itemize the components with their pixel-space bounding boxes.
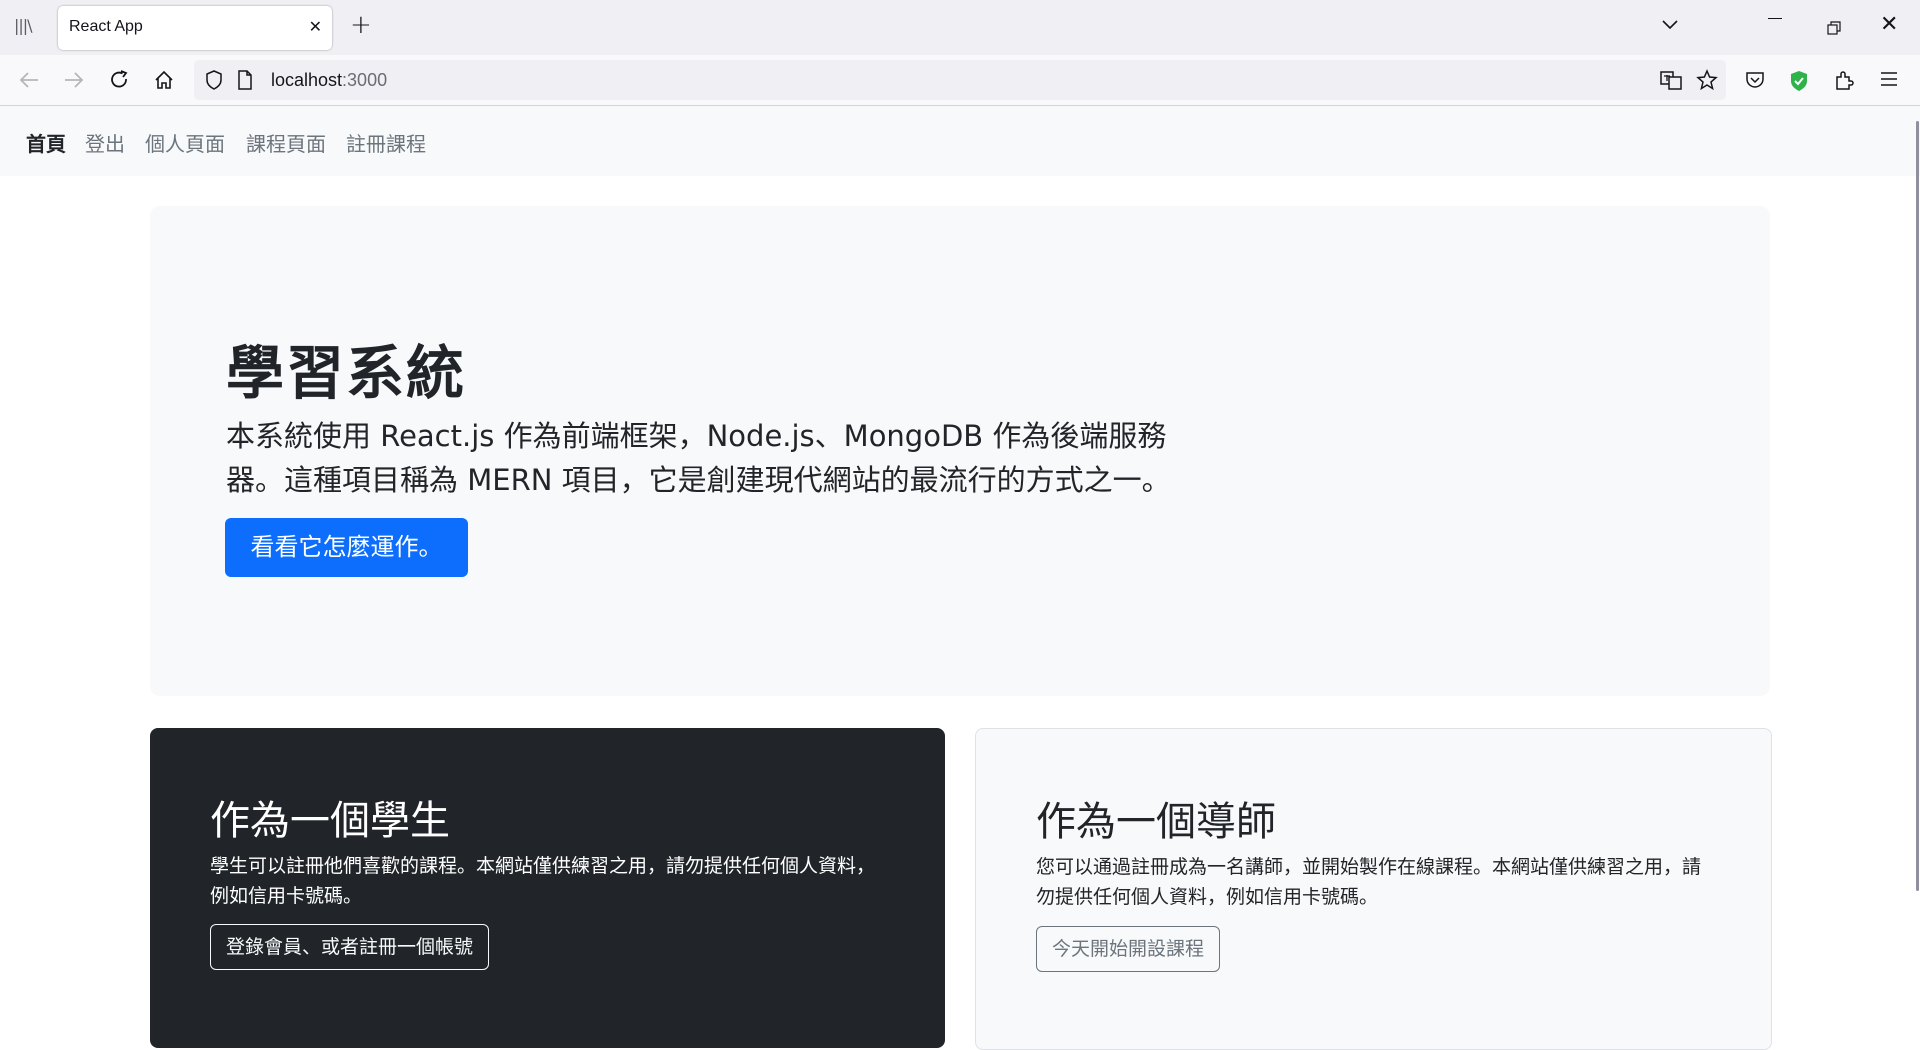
bookmark-star-icon[interactable] — [1696, 69, 1718, 95]
nav-courses[interactable]: 課程頁面 — [246, 128, 326, 157]
start-course-button[interactable]: 今天開始開設課程 — [1036, 926, 1221, 972]
page-viewport: 首頁 登出 個人頁面 課程頁面 註冊課程 學習系統 本系統使用 React.js… — [0, 106, 1920, 1050]
nav-home[interactable]: 首頁 — [26, 128, 66, 157]
url-bar[interactable]: localhost:3000 — [194, 60, 1726, 100]
hero-jumbotron: 學習系統 本系統使用 React.js 作為前端框架，Node.js、Mongo… — [150, 206, 1770, 696]
page-info-icon[interactable] — [237, 70, 253, 94]
menu-icon[interactable] — [1880, 70, 1898, 92]
url-port: :3000 — [342, 70, 388, 90]
extensions-icon[interactable] — [1834, 70, 1854, 94]
app-navbar: 首頁 登出 個人頁面 課程頁面 註冊課程 — [0, 106, 1920, 176]
back-icon[interactable] — [18, 70, 40, 94]
tracking-protection-icon[interactable] — [205, 70, 223, 94]
reload-icon[interactable] — [109, 70, 131, 94]
close-window-icon[interactable]: ✕ — [1880, 14, 1898, 36]
nav-enroll[interactable]: 註冊課程 — [346, 128, 426, 157]
instructor-card-text: 您可以通過註冊成為一名講師，並開始製作在線課程。本網站僅供練習之用，請勿提供任何… — [1036, 856, 1702, 908]
url-text[interactable]: localhost:3000 — [271, 70, 387, 91]
student-card: 作為一個學生 學生可以註冊他們喜歡的課程。本網站僅供練習之用，請勿提供任何個人資… — [150, 728, 945, 1048]
adblock-shield-icon[interactable] — [1789, 70, 1809, 96]
nav-profile[interactable]: 個人頁面 — [145, 128, 225, 157]
forward-icon[interactable] — [63, 70, 85, 94]
instructor-card-title: 作為一個導師 — [1036, 799, 1276, 845]
tab-title: React App — [69, 18, 143, 35]
library-icon[interactable]: |||\ — [14, 16, 36, 38]
browser-tab-strip: |||\ React App ✕ + ✕ — [0, 0, 1920, 55]
browser-toolbar: localhost:3000 — [0, 55, 1920, 106]
list-all-tabs-icon[interactable] — [1662, 16, 1678, 35]
restore-icon[interactable] — [1827, 20, 1841, 39]
page-scrollbar[interactable] — [1914, 106, 1920, 1020]
url-host: localhost — [271, 70, 343, 90]
how-it-works-button[interactable]: 看看它怎麼運作。 — [225, 518, 468, 577]
hero-title: 學習系統 — [226, 339, 467, 407]
pocket-icon[interactable] — [1745, 70, 1765, 94]
student-card-text: 學生可以註冊他們喜歡的課程。本網站僅供練習之用，請勿提供任何個人資料，例如信用卡… — [210, 855, 876, 907]
browser-tab[interactable]: React App ✕ — [58, 6, 332, 50]
hero-lead: 本系統使用 React.js 作為前端框架，Node.js、MongoDB 作為… — [226, 419, 1171, 497]
scrollbar-thumb[interactable] — [1916, 121, 1919, 891]
translate-icon[interactable] — [1660, 70, 1682, 94]
home-icon[interactable] — [153, 70, 175, 94]
nav-logout[interactable]: 登出 — [85, 128, 125, 157]
new-tab-icon[interactable]: + — [350, 12, 372, 38]
student-card-title: 作為一個學生 — [210, 798, 450, 844]
login-register-button[interactable]: 登錄會員、或者註冊一個帳號 — [210, 924, 490, 970]
close-tab-icon[interactable]: ✕ — [309, 17, 322, 36]
instructor-card: 作為一個導師 您可以通過註冊成為一名講師，並開始製作在線課程。本網站僅供練習之用… — [975, 728, 1772, 1050]
minimize-icon[interactable] — [1768, 18, 1782, 19]
